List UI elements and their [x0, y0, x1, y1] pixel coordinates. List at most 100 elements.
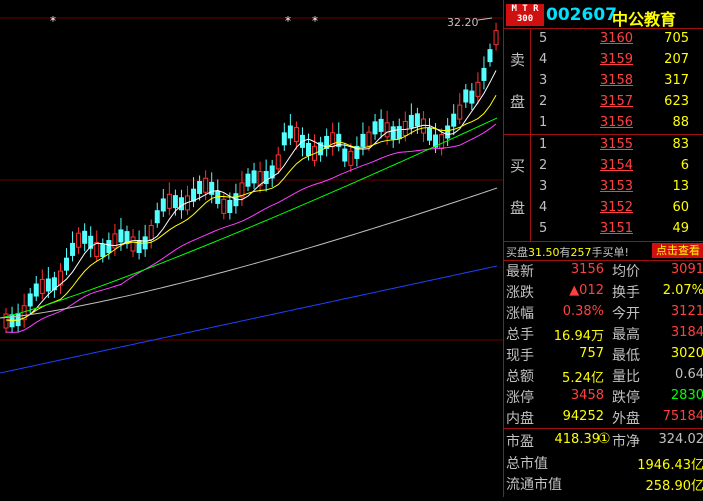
pe-info-icon[interactable]: ①	[598, 431, 611, 447]
bid-price[interactable]: 3154	[571, 158, 633, 173]
candle-body	[251, 170, 257, 184]
pb-label: 市净	[612, 434, 640, 450]
high-price-label: 32.20	[447, 16, 479, 29]
quote-value: ▲012	[569, 283, 604, 298]
ask-level: 2	[539, 94, 548, 109]
quote-label: 现手	[506, 348, 534, 364]
bid-price[interactable]: 3155	[571, 137, 633, 152]
quote-label: 均价	[612, 264, 640, 280]
quote-value: 3458	[570, 388, 604, 403]
ask-price[interactable]: 3160	[571, 31, 633, 46]
bid-volume: 49	[672, 221, 689, 236]
quote-value: 3020	[670, 346, 703, 361]
bid-row[interactable]: 5 3151 49	[531, 219, 703, 240]
ask-price[interactable]: 3157	[571, 94, 633, 109]
float-mv-label: 流通市值	[506, 477, 562, 493]
ask-volume: 207	[664, 52, 689, 67]
candle-body	[481, 67, 487, 81]
candle-body	[203, 177, 209, 193]
bid-price[interactable]: 3151	[571, 221, 633, 236]
badge-line-1: M T R	[511, 4, 539, 14]
bid-row[interactable]: 2 3154 6	[531, 156, 703, 177]
quote-row: 涨停 3458 跌停 2830	[504, 386, 703, 407]
event-marker-icon: *	[312, 14, 318, 28]
quote-label: 最高	[612, 327, 640, 343]
bid-row[interactable]: 4 3152 60	[531, 198, 703, 219]
quote-label: 最低	[612, 348, 640, 364]
bid-row[interactable]: 3 3153 13	[531, 177, 703, 198]
ask-label-char-1: 卖	[510, 51, 526, 69]
candle-body	[469, 90, 475, 104]
quote-label: 换手	[612, 285, 640, 301]
candlestick-chart[interactable]: * * * 32.20	[0, 0, 503, 497]
candle-body	[160, 198, 166, 212]
quote-value: 3091	[670, 262, 703, 277]
pe-label: 市盈	[506, 434, 534, 450]
view-details-button[interactable]: 点击查看	[652, 243, 703, 258]
candle-body	[82, 230, 88, 244]
quote-value: 0.38%	[562, 304, 604, 319]
exchange-badge: M T R 300	[506, 4, 544, 26]
quote-label: 总额	[506, 369, 534, 385]
candle-body	[408, 114, 414, 128]
quote-label: 最新	[506, 264, 534, 280]
ask-row[interactable]: 3 3158 317	[531, 71, 703, 92]
total-mv-label: 总市值	[506, 456, 548, 472]
bid-level: 5	[539, 221, 548, 236]
ask-level: 5	[539, 31, 548, 46]
candle-body	[154, 210, 160, 224]
quote-row: 最新 3156 均价 3091	[504, 260, 703, 281]
bid-price[interactable]: 3153	[571, 179, 633, 194]
candle-body	[439, 133, 445, 149]
ma20-line	[5, 123, 497, 333]
quote-row: 涨跌 ▲012 换手 2.07%	[504, 281, 703, 302]
candle-body	[378, 118, 384, 132]
candle-body	[348, 150, 354, 166]
quote-row: 涨幅 0.38% 今开 3121	[504, 302, 703, 323]
candle-body	[487, 49, 493, 63]
ask-price[interactable]: 3158	[571, 73, 633, 88]
candle-body	[275, 154, 281, 170]
kline-canvas[interactable]: * * *	[0, 0, 503, 497]
ask-row[interactable]: 2 3157 623	[531, 92, 703, 113]
candle-body	[306, 142, 311, 156]
big-order-text: 买盘31.50有257手买单!	[506, 246, 629, 259]
divider	[504, 428, 703, 429]
quote-value: 75184	[662, 409, 703, 424]
bid-row[interactable]: 1 3155 83	[531, 135, 703, 156]
float-mv-row: 流通市值 258.90亿	[504, 473, 703, 494]
candle-body	[70, 242, 76, 256]
quote-value: 3156	[570, 262, 604, 277]
bid-price[interactable]: 3152	[571, 200, 633, 215]
bid-level: 4	[539, 200, 548, 215]
candle-body	[493, 30, 499, 46]
candle-body	[45, 278, 51, 292]
candle-body	[475, 81, 481, 97]
candle-body	[293, 127, 299, 143]
ask-row[interactable]: 1 3156 88	[531, 113, 703, 134]
ask-row[interactable]: 4 3159 207	[531, 50, 703, 71]
ma5-line	[5, 70, 497, 321]
candle-body	[197, 180, 203, 194]
candle-body	[148, 224, 154, 240]
bid-book: 买 盘 1 3155 83 2 3154 6 3 3153 13 4 3152 60 5 3151 49	[504, 135, 703, 242]
bid-level: 2	[539, 158, 548, 173]
candle-body	[342, 148, 348, 162]
candle-body	[245, 173, 251, 187]
quote-value: 2.07%	[662, 283, 703, 298]
quote-row: 总额 5.24亿 量比 0.64	[504, 365, 703, 386]
candle-body	[396, 126, 402, 140]
quote-label: 涨幅	[506, 306, 534, 322]
ask-price[interactable]: 3159	[571, 52, 633, 67]
ask-label-char-2: 盘	[510, 93, 526, 111]
ask-price[interactable]: 3156	[571, 115, 633, 130]
float-mv-value: 258.90亿	[645, 479, 703, 494]
ask-row[interactable]: 5 3160 705	[531, 29, 703, 50]
quote-label: 跌停	[612, 390, 640, 406]
ma250-line	[0, 265, 498, 374]
bid-level: 3	[539, 179, 548, 194]
candle-body	[76, 232, 82, 248]
stock-name: 中公教育	[612, 10, 677, 29]
quote-row: 内盘 94252 外盘 75184	[504, 407, 703, 428]
quote-label: 今开	[612, 306, 640, 322]
